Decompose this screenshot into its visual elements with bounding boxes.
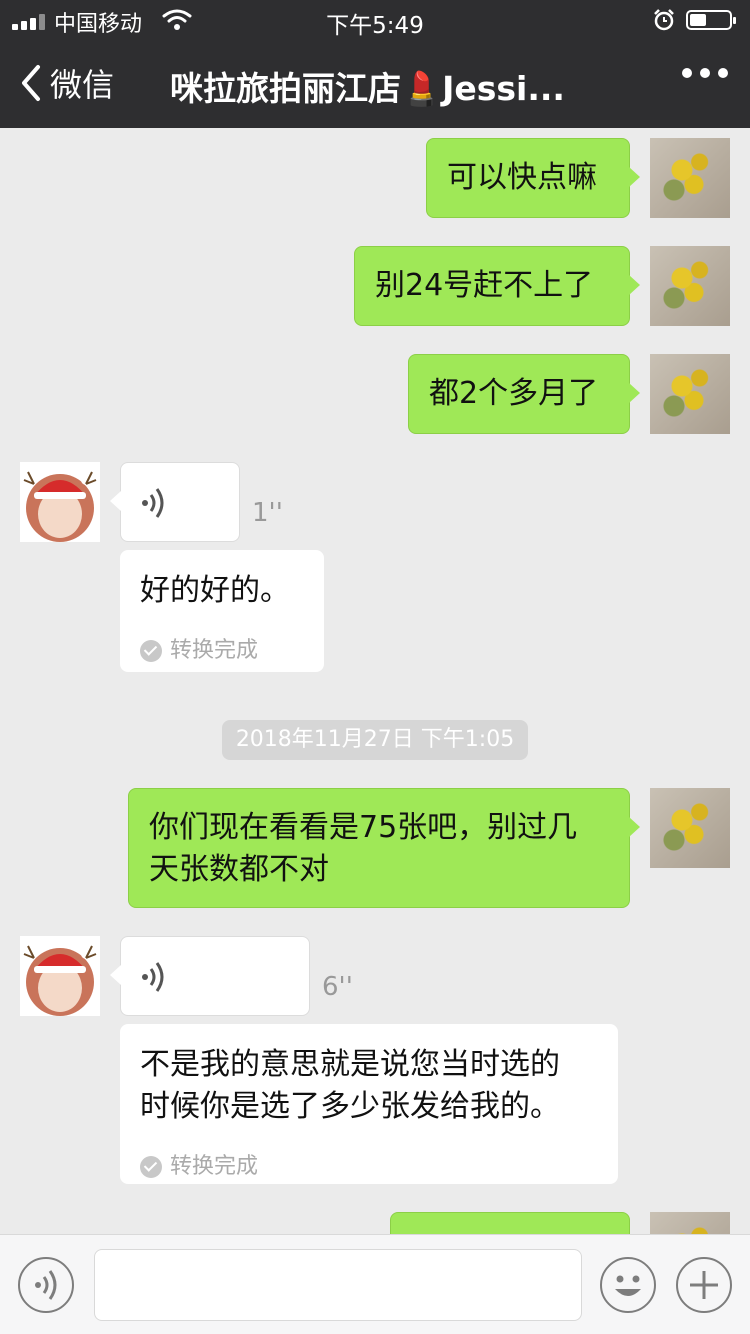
transcript-text: 好的好的。 <box>140 573 290 608</box>
message-text-line: 你们现在看看是75张吧，别过几 <box>149 810 578 845</box>
check-icon <box>140 1156 162 1178</box>
chat-area[interactable]: 可以快点嘛 别24号赶不上了 都2个多月了 1'' 好的好的。 转换完成 201… <box>0 128 750 1234</box>
message-text-line: 天张数都不对 <box>149 852 329 887</box>
plus-glyph-icon <box>690 1271 718 1299</box>
transcript-status: 转换完成 <box>140 630 304 672</box>
transcript-status-label: 转换完成 <box>170 638 259 663</box>
voice-transcript[interactable]: 好的好的。 转换完成 <box>120 550 324 672</box>
voice-wave-icon <box>35 1270 57 1300</box>
message-text: 可以快点嘛 <box>447 160 597 195</box>
message-bubble[interactable]: 你们现在看看是75张吧，别过几 天张数都不对 <box>128 788 640 908</box>
voice-wave-icon <box>142 962 164 992</box>
chevron-left-icon <box>22 65 40 101</box>
voice-wave-icon <box>142 488 164 518</box>
check-icon <box>140 640 162 662</box>
plus-icon[interactable] <box>676 1257 732 1313</box>
transcript-status-label: 转换完成 <box>170 1154 259 1179</box>
transcript-text-line: 时候你是选了多少张发给我的。 <box>140 1089 560 1124</box>
avatar[interactable] <box>650 788 730 868</box>
back-label: 微信 <box>50 66 115 104</box>
message-bubble[interactable]: 可以快点嘛 <box>426 138 640 218</box>
avatar[interactable] <box>650 246 730 326</box>
emoji-icon[interactable] <box>600 1257 656 1313</box>
alarm-icon <box>654 9 674 31</box>
avatar[interactable] <box>650 1212 730 1234</box>
avatar[interactable] <box>20 462 100 542</box>
voice-icon[interactable] <box>18 1257 74 1313</box>
message-bubble[interactable]: 别24号赶不上了 <box>354 246 640 326</box>
voice-message[interactable] <box>110 462 240 542</box>
status-bar: 中国移动 下午5:49 <box>0 0 750 40</box>
transcript-text-line: 不是我的意思就是说您当时选的 <box>140 1047 560 1082</box>
voice-duration: 6'' <box>322 972 353 1002</box>
message-bubble[interactable]: 都2个多月了 <box>408 354 640 434</box>
clock: 下午5:49 <box>326 13 424 39</box>
message-bubble[interactable] <box>390 1212 630 1234</box>
avatar[interactable] <box>20 936 100 1016</box>
nav-bar: 微信 咪拉旅拍丽江店💄Jessi... <box>0 40 750 128</box>
avatar-image <box>23 945 97 1016</box>
input-bar <box>0 1234 750 1334</box>
message-input[interactable] <box>94 1249 582 1321</box>
avatar[interactable] <box>650 138 730 218</box>
smile-icon <box>615 1275 641 1296</box>
voice-message[interactable] <box>110 936 310 1016</box>
avatar-image <box>23 471 97 542</box>
back-button[interactable]: 微信 <box>18 60 114 106</box>
message-text: 都2个多月了 <box>429 376 599 411</box>
more-dots-icon[interactable] <box>682 68 728 78</box>
voice-duration: 1'' <box>252 498 283 528</box>
transcript-status: 转换完成 <box>140 1146 598 1188</box>
battery-icon <box>686 10 736 30</box>
chat-title: 咪拉旅拍丽江店💄Jessi... <box>170 69 565 108</box>
message-text: 别24号赶不上了 <box>375 268 594 303</box>
voice-transcript[interactable]: 不是我的意思就是说您当时选的 时候你是选了多少张发给我的。 转换完成 <box>120 1024 618 1184</box>
avatar[interactable] <box>650 354 730 434</box>
timestamp: 2018年11月27日 下午1:05 <box>222 720 528 760</box>
top-bar: 中国移动 下午5:49 微信 咪拉旅拍丽江店💄Jessi... <box>0 0 750 128</box>
